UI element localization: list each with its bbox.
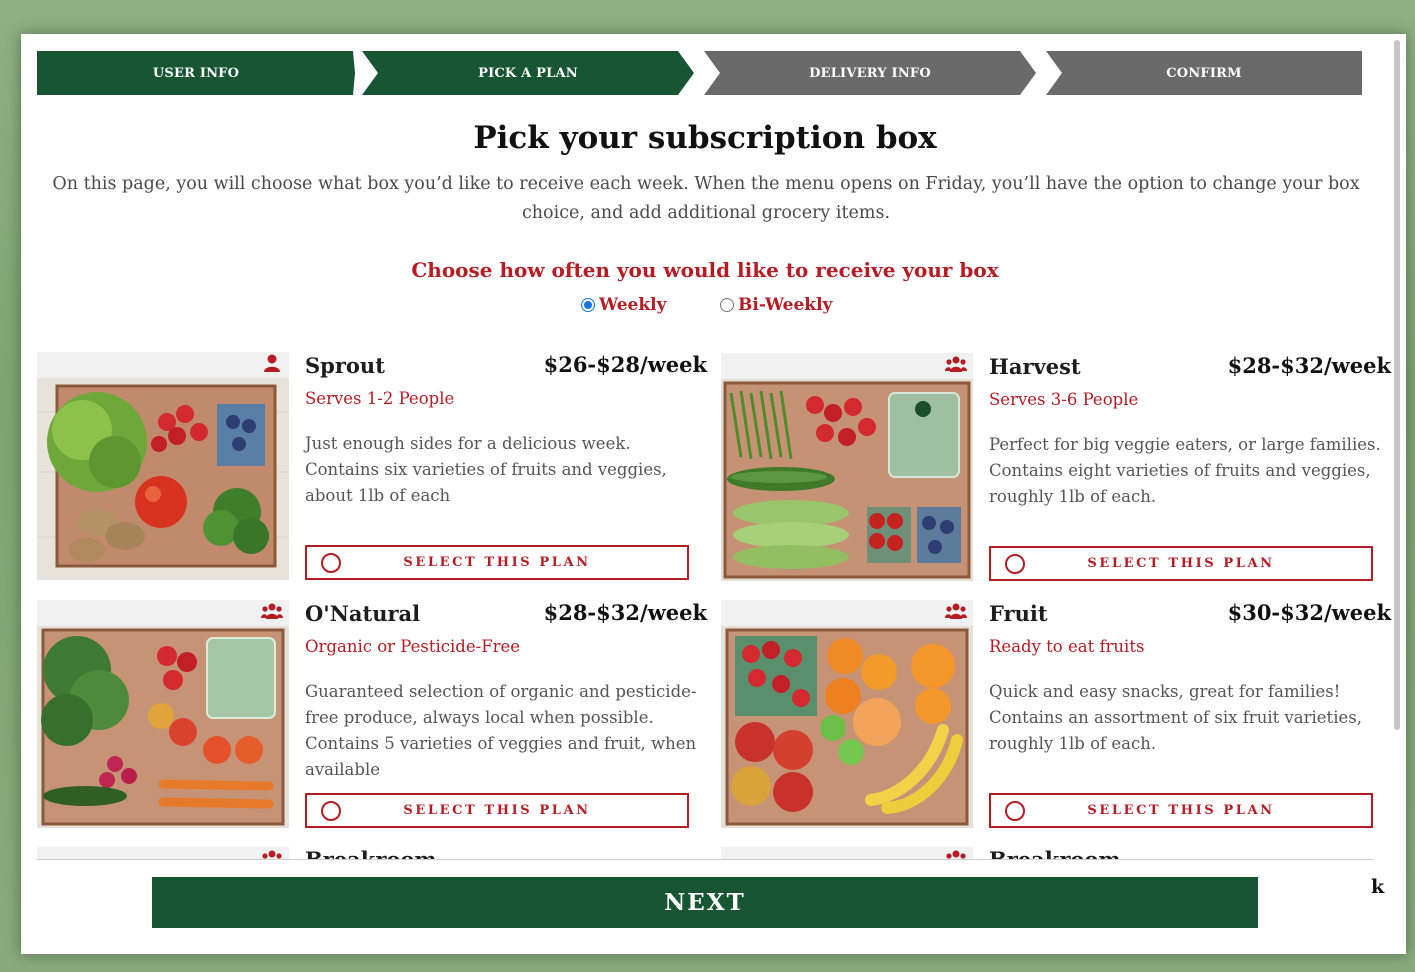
step-user-info[interactable]: USER INFO — [37, 51, 355, 95]
step-label: PICK A PLAN — [478, 65, 578, 81]
plan-description: Perfect for big veggie eaters, or large … — [989, 435, 1381, 506]
plan-description: Guaranteed selection of organic and pest… — [305, 682, 697, 779]
harvest-produce-image — [721, 353, 973, 581]
next-button[interactable]: NEXT — [152, 877, 1258, 928]
page-title: Pick your subscription box — [473, 120, 937, 156]
step-delivery-info[interactable]: DELIVERY INFO — [704, 51, 1036, 95]
select-button-label: SELECT THIS PLAN — [403, 555, 591, 570]
stray-text: k — [1371, 876, 1385, 898]
plan-price: $28-$32/week — [543, 600, 707, 625]
footer-bar: NEXT k — [21, 859, 1389, 954]
plan-serves: Ready to eat fruits — [989, 637, 1145, 656]
plan-serves: Organic or Pesticide-Free — [305, 637, 521, 656]
biweekly-radio[interactable] — [720, 298, 734, 312]
select-button-label: SELECT THIS PLAN — [1087, 556, 1275, 571]
select-fruit-button[interactable]: SELECT THIS PLAN — [989, 793, 1373, 828]
plan-description: Just enough sides for a delicious week. … — [305, 434, 667, 505]
group-icon — [943, 353, 969, 375]
radio-circle-icon — [321, 553, 341, 573]
plan-card-onatural: O'Natural $28-$32/week Organic or Pestic… — [37, 600, 707, 832]
plan-card-fruit: Fruit $30-$32/week Ready to eat fruits Q… — [721, 600, 1391, 832]
radio-circle-icon — [1005, 801, 1025, 821]
plan-card-harvest: Harvest $28-$32/week Serves 3-6 People P… — [721, 353, 1391, 585]
plan-card-sprout: Sprout $26-$28/week Serves 1-2 People Ju… — [37, 352, 707, 584]
weekly-label: Weekly — [599, 295, 667, 315]
select-onatural-button[interactable]: SELECT THIS PLAN — [305, 793, 689, 828]
plan-name: Fruit — [989, 601, 1048, 626]
step-label: DELIVERY INFO — [809, 65, 931, 81]
plan-name: O'Natural — [305, 601, 421, 626]
step-label: USER INFO — [152, 65, 240, 81]
sprout-produce-image — [37, 352, 289, 580]
select-harvest-button[interactable]: SELECT THIS PLAN — [989, 546, 1373, 581]
plan-name: Sprout — [305, 353, 385, 378]
scrollbar[interactable] — [1392, 38, 1402, 950]
plan-serves: Serves 3-6 People — [989, 390, 1139, 409]
plan-name: Harvest — [989, 354, 1081, 379]
select-sprout-button[interactable]: SELECT THIS PLAN — [305, 545, 689, 580]
next-button-label: NEXT — [664, 889, 746, 916]
frequency-heading: Choose how often you would like to recei… — [411, 258, 999, 282]
group-icon — [259, 600, 285, 622]
select-button-label: SELECT THIS PLAN — [1087, 803, 1275, 818]
plan-selection-modal: USER INFO PICK A PLAN DELIVERY INFO CONF… — [21, 34, 1406, 954]
plan-price: $26-$28/week — [543, 352, 707, 377]
plan-description: Quick and easy snacks, great for familie… — [989, 682, 1362, 753]
person-icon — [259, 352, 285, 374]
page-intro: On this page, you will choose what box y… — [52, 174, 1360, 223]
footer-divider — [37, 859, 1373, 860]
step-pick-a-plan[interactable]: PICK A PLAN — [362, 51, 694, 95]
onatural-produce-image — [37, 600, 289, 828]
select-button-label: SELECT THIS PLAN — [403, 803, 591, 818]
biweekly-label: Bi-Weekly — [738, 295, 833, 315]
scrollbar-thumb[interactable] — [1394, 40, 1400, 730]
frequency-weekly-option[interactable]: Weekly — [581, 295, 666, 315]
radio-circle-icon — [321, 801, 341, 821]
step-label: CONFIRM — [1166, 65, 1242, 81]
group-icon — [943, 600, 969, 622]
plan-price: $30-$32/week — [1227, 600, 1391, 625]
plan-price: $28-$32/week — [1227, 353, 1391, 378]
frequency-biweekly-option[interactable]: Bi-Weekly — [720, 295, 832, 315]
radio-circle-icon — [1005, 554, 1025, 574]
plan-serves: Serves 1-2 People — [305, 389, 455, 408]
weekly-radio[interactable] — [581, 298, 595, 312]
step-confirm[interactable]: CONFIRM — [1046, 51, 1362, 95]
fruit-produce-image — [721, 600, 973, 828]
